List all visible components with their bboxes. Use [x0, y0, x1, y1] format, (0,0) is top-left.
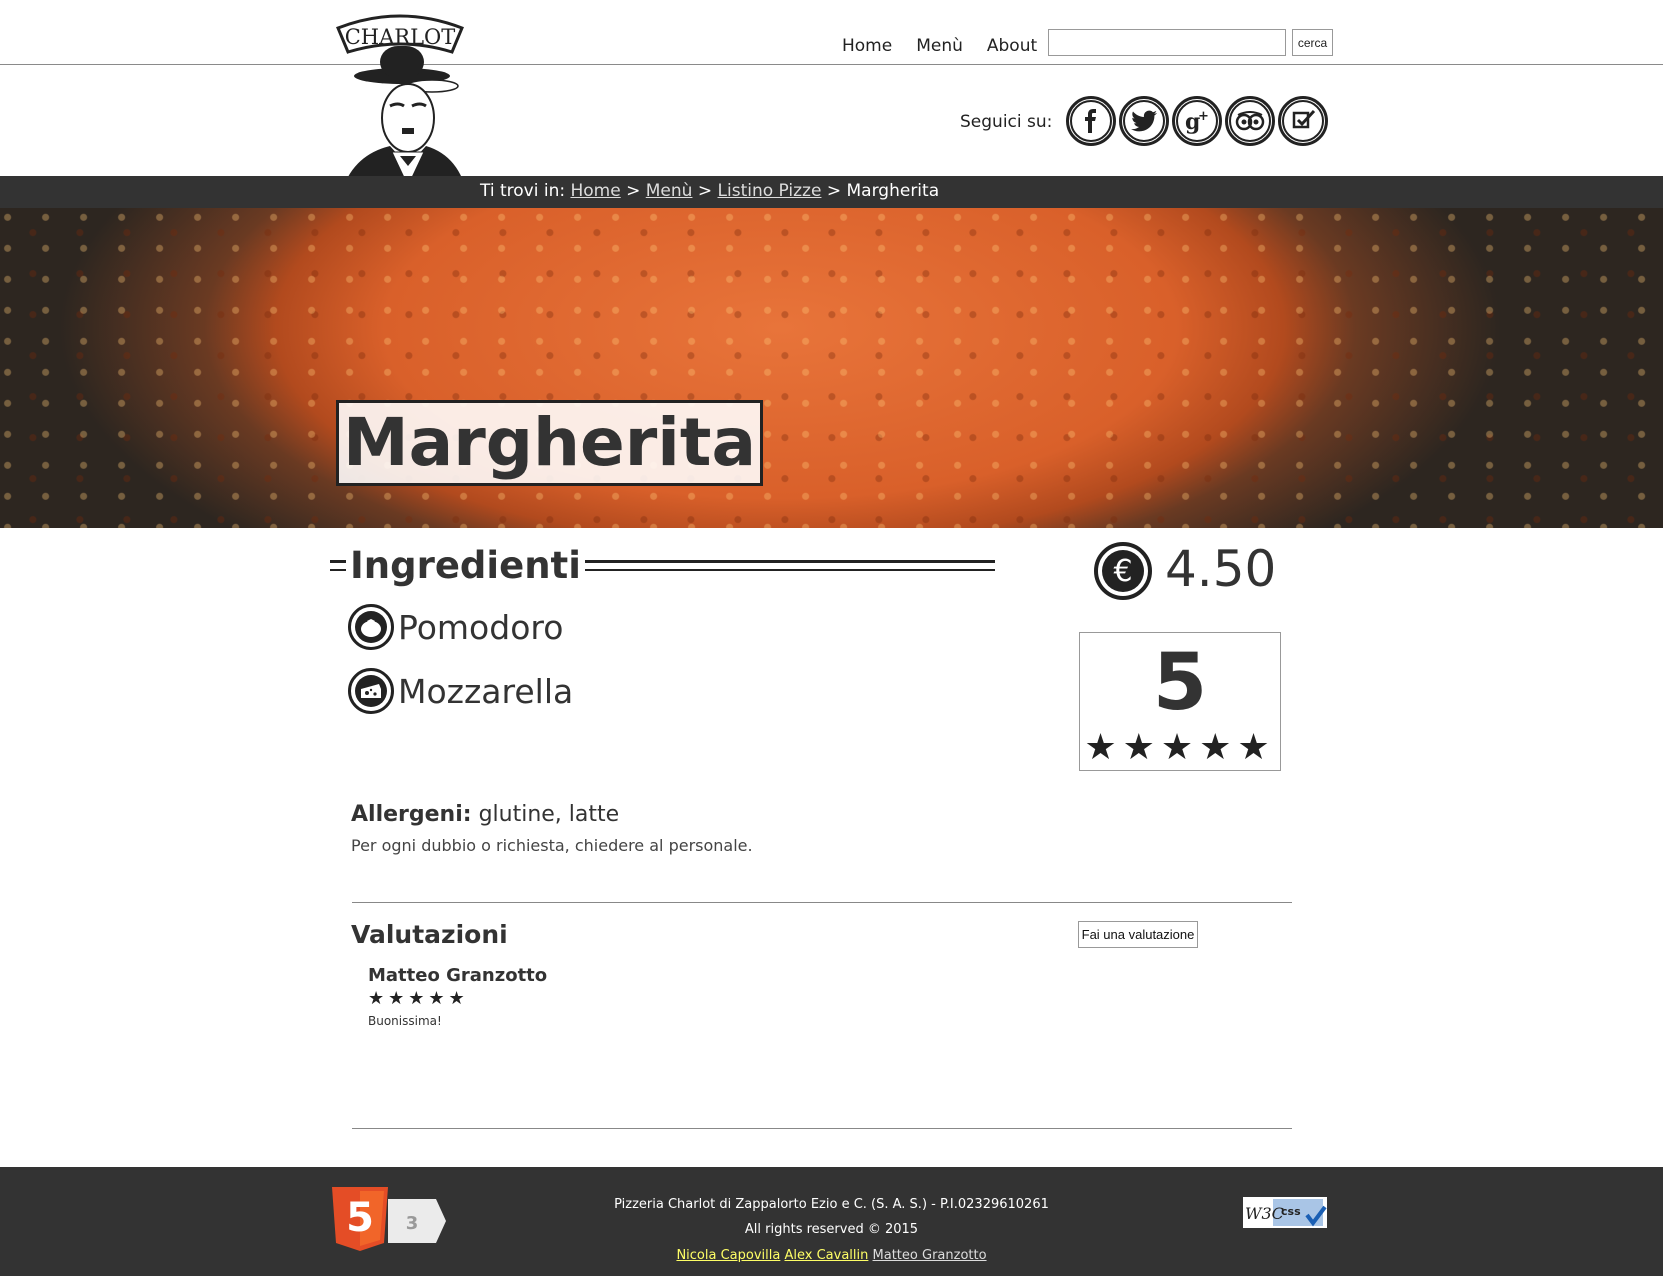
charlot-logo[interactable]: CHARLOT: [320, 6, 480, 198]
hero-image: [0, 208, 1663, 528]
footer-rights: All rights reserved © 2015: [744, 1222, 919, 1237]
add-review-button[interactable]: Fai una valutazione: [1078, 921, 1198, 948]
euro-icon: €: [1094, 542, 1152, 600]
ingredients-heading: Ingredienti: [330, 544, 995, 587]
allergens-label: Allergeni:: [351, 802, 472, 827]
breadcrumb-bar: Ti trovi in: Home > Menù > Listino Pizze…: [0, 176, 1663, 208]
nav-home[interactable]: Home: [842, 36, 892, 56]
breadcrumb: Ti trovi in: Home > Menù > Listino Pizze…: [480, 181, 939, 201]
ingredients-title: Ingredienti: [350, 544, 581, 587]
allergens-value: glutine, latte: [478, 802, 620, 827]
ingredient-item: Mozzarella: [348, 668, 573, 714]
foursquare-icon[interactable]: [1278, 96, 1328, 146]
review-text: Buonissima!: [368, 1014, 442, 1028]
breadcrumb-separator: >: [826, 181, 842, 201]
twitter-icon[interactable]: [1119, 96, 1169, 146]
divider: [352, 1128, 1292, 1129]
top-bar: [0, 0, 1663, 65]
follow-label: Seguici su:: [960, 112, 1053, 132]
cheese-icon: [348, 668, 394, 714]
breadcrumb-home[interactable]: Home: [571, 181, 621, 201]
footer-company: Pizzeria Charlot di Zappalorto Ezio e C.…: [614, 1197, 1049, 1212]
svg-text:+: +: [1198, 109, 1209, 124]
author-link[interactable]: Nicola Capovilla: [676, 1248, 780, 1263]
author-link[interactable]: Alex Cavallin: [785, 1248, 869, 1263]
nav-about[interactable]: About: [987, 36, 1037, 56]
rating-value: 5: [1152, 638, 1208, 728]
reviews-title: Valutazioni: [351, 920, 508, 949]
facebook-icon[interactable]: [1066, 96, 1116, 146]
allergens: Allergeni: glutine, latte: [351, 802, 619, 827]
divider: [352, 902, 1292, 903]
heading-rule: [584, 560, 995, 571]
social-links: g +: [1066, 96, 1328, 146]
breadcrumb-menu[interactable]: Menù: [646, 181, 693, 201]
page-title: Margherita: [336, 400, 764, 486]
breadcrumb-separator: >: [697, 181, 713, 201]
main-nav: Home Menù About: [842, 36, 1037, 56]
w3c-text: W3C: [1245, 1204, 1284, 1223]
rating-box: 5 ★★★★★: [1079, 632, 1281, 771]
footer: 5 3 Pizzeria Charlot di Zappalorto Ezio …: [0, 1167, 1663, 1276]
rating-stars: ★★★★★: [1084, 727, 1276, 768]
author-link[interactable]: Matteo Granzotto: [873, 1248, 987, 1263]
logo-text: CHARLOT: [345, 25, 456, 49]
w3c-css-text: css: [1281, 1205, 1301, 1218]
ingredient-label: Pomodoro: [398, 607, 564, 647]
ingredient-item: Pomodoro: [348, 604, 563, 650]
google-plus-icon[interactable]: g +: [1172, 96, 1222, 146]
tripadvisor-icon[interactable]: [1225, 96, 1275, 146]
breadcrumb-prefix: Ti trovi in:: [480, 181, 566, 201]
price-value: 4.50: [1165, 540, 1277, 598]
allergens-note: Per ogni dubbio o richiesta, chiedere al…: [351, 836, 753, 855]
heading-rule: [330, 560, 346, 571]
review-author: Matteo Granzotto: [368, 965, 548, 986]
footer-authors: Nicola Capovilla Alex Cavallin Matteo Gr…: [0, 1248, 1663, 1263]
tomato-icon: [348, 604, 394, 650]
search-input[interactable]: [1048, 29, 1286, 56]
ingredient-label: Mozzarella: [398, 671, 574, 711]
breadcrumb-current: Margherita: [846, 181, 940, 201]
w3c-css-badge[interactable]: W3C css: [1243, 1197, 1327, 1228]
review-stars: ★★★★★: [368, 988, 469, 1009]
nav-menu[interactable]: Menù: [916, 36, 963, 56]
breadcrumb-separator: >: [626, 181, 641, 201]
breadcrumb-pizza-list[interactable]: Listino Pizze: [718, 181, 822, 201]
search-button[interactable]: cerca: [1292, 29, 1333, 56]
